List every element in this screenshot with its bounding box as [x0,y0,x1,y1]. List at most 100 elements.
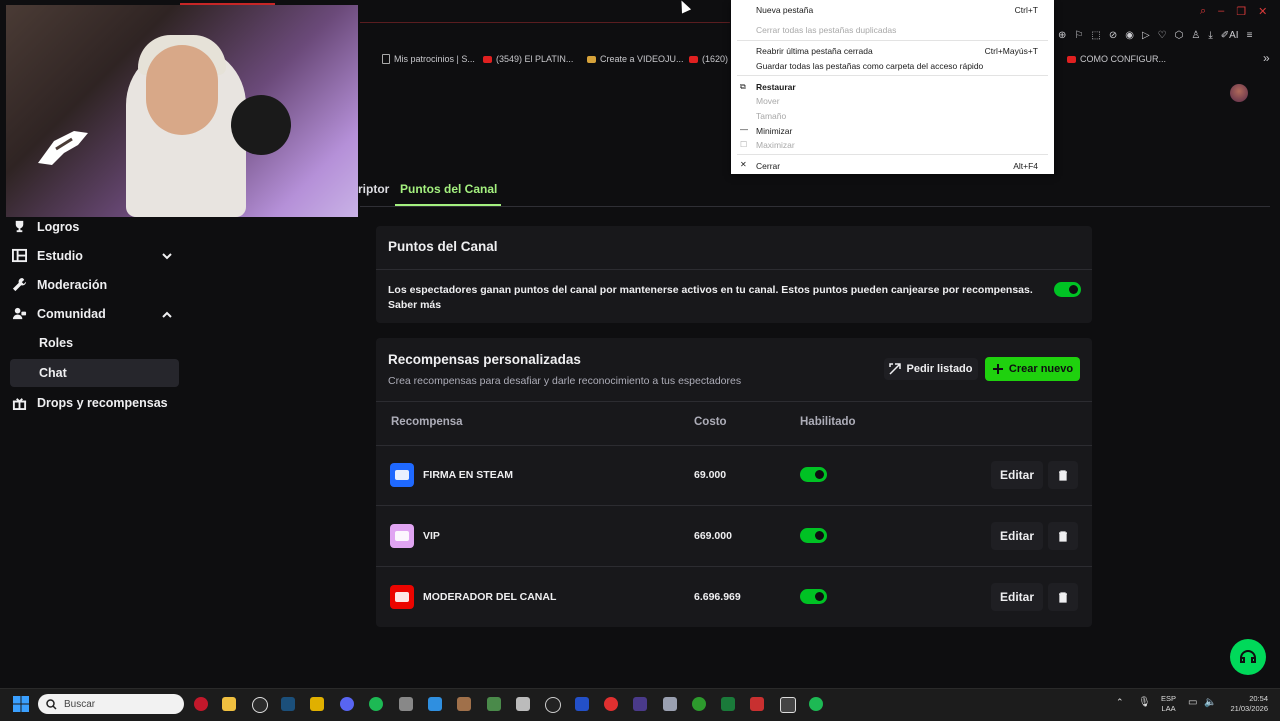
tab-puntos-del-canal[interactable]: Puntos del Canal [400,182,497,196]
sidebar-item-comunidad[interactable]: Comunidad [12,306,106,321]
ai-icon[interactable]: ✐AI [1221,30,1239,44]
steam-icon[interactable] [281,697,295,711]
support-button[interactable] [1230,639,1266,675]
custom-rewards-title: Recompensas personalizadas [388,352,581,367]
reward-cost: 6.696.969 [694,591,741,603]
reward-enabled-toggle[interactable] [800,589,827,604]
taskbar-search[interactable]: Buscar [38,694,184,714]
menu-icon[interactable]: ≡ [1247,30,1253,44]
bookmark-item[interactable]: Create a VIDEOJU... [587,54,684,64]
volume-icon[interactable]: 🔈 [1204,697,1216,708]
app-icon[interactable] [399,697,413,711]
game-icon[interactable] [457,697,471,711]
app-icon[interactable] [633,697,647,711]
search-icon[interactable]: ⌕ [1200,5,1206,18]
reward-enabled-toggle[interactable] [800,467,827,482]
close-icon[interactable]: ✕ [1258,5,1267,18]
bookmark-icon[interactable]: ⚐ [1074,30,1083,44]
reward-name: FIRMA EN STEAM [423,469,514,481]
wrench-icon [12,277,27,292]
custom-rewards-subtitle: Crea recompensas para desafiar y darle r… [388,375,742,387]
app-icon[interactable] [663,697,677,711]
reward-enabled-toggle[interactable] [800,528,827,543]
divider [376,505,1092,506]
microphone-icon[interactable]: 🎙 [1138,697,1151,708]
edit-reward-button[interactable]: Editar [991,461,1043,489]
edit-reward-button[interactable]: Editar [991,583,1043,611]
app-icon[interactable] [310,697,324,711]
notepad-icon[interactable] [428,697,442,711]
clock[interactable]: 20:54 21/03/2026 [1226,694,1268,714]
divider [376,566,1092,567]
opera-icon[interactable] [194,697,208,711]
menu-item-restore[interactable]: Restaurar [756,82,796,92]
bookmark-item[interactable]: COMO CONFIGUR... [1067,54,1166,64]
sidebar-item-estudio[interactable]: Estudio [12,248,83,263]
spotify-icon[interactable] [369,697,383,711]
screenshot-icon[interactable]: ⬚ [1091,30,1100,44]
menu-item-close[interactable]: Cerrar [756,161,780,171]
menu-separator [737,154,1048,155]
bookmark-item[interactable]: (3549) El PLATIN... [483,54,573,64]
chevron-up-icon[interactable] [161,309,173,321]
display-icon[interactable]: ▭ [1188,697,1197,708]
more-bookmarks-icon[interactable]: » [1263,51,1270,65]
restore-icon[interactable]: ❐ [1236,5,1246,18]
edit-reward-button[interactable]: Editar [991,522,1043,550]
sidebar-item-logros[interactable]: Logros [12,219,79,234]
delete-reward-button[interactable] [1048,522,1078,550]
windows-start-icon[interactable] [13,696,29,712]
create-reward-button[interactable]: Crear nuevo [985,357,1080,381]
app-icon[interactable] [604,697,618,711]
bitwarden-icon[interactable] [575,697,589,711]
menu-shortcut: Alt+F4 [1013,161,1038,171]
heart-icon[interactable]: ♡ [1158,30,1167,44]
request-list-button[interactable]: Pedir listado [884,358,978,380]
profile-icon[interactable]: ♙ [1191,30,1200,44]
app-icon[interactable] [545,697,561,713]
extensions-icon[interactable]: ⬡ [1175,30,1184,44]
obs-icon[interactable] [252,697,268,713]
zoom-icon[interactable]: ⊕ [1058,30,1066,44]
app-icon[interactable] [721,697,735,711]
app-icon[interactable] [750,697,764,711]
discord-icon[interactable] [340,697,354,711]
menu-item-move: Mover [756,96,780,106]
app-icon[interactable] [780,697,796,713]
column-header-enabled: Habilitado [800,416,856,428]
sidebar-item-roles[interactable]: Roles [39,336,73,350]
car-game-icon[interactable] [516,697,530,711]
bookmark-item[interactable]: (1620) [689,54,728,64]
sidebar-item-chat-label: Chat [39,366,67,380]
browser-toolbar: ⊕ ⚐ ⬚ ⊘ ◉ ▷ ♡ ⬡ ♙ ⤓ ✐AI ≡ [1058,30,1252,44]
menu-item-save-tabs[interactable]: Guardar todas las pestañas como carpeta … [756,61,983,71]
channel-points-toggle[interactable] [1054,282,1081,297]
block-icon[interactable]: ⊘ [1109,30,1117,44]
camera-icon[interactable]: ◉ [1125,30,1134,44]
search-icon [46,698,57,710]
folder-icon[interactable] [222,697,236,711]
sidebar-item-chat[interactable] [10,359,179,387]
xbox-icon[interactable] [692,697,706,711]
channel-points-description: Los espectadores ganan puntos del canal … [388,284,1033,311]
menu-item-minimize[interactable]: Minimizar [756,126,792,136]
download-icon[interactable]: ⤓ [1208,30,1212,44]
menu-item-new-tab[interactable]: Nueva pestaña [756,5,813,15]
game-icon[interactable] [487,697,501,711]
delete-reward-button[interactable] [1048,583,1078,611]
minimize-icon[interactable]: – [1218,5,1224,18]
delete-reward-button[interactable] [1048,461,1078,489]
tab-subscriptor[interactable]: riptor [358,182,389,196]
language-indicator[interactable]: ESP LAA [1161,694,1176,714]
divider [376,445,1092,446]
menu-item-reopen-tab[interactable]: Reabrir última pestaña cerrada [756,46,873,56]
menu-item-close-duplicates: Cerrar todas las pestañas duplicadas [756,25,897,35]
spotify-icon[interactable] [809,697,823,711]
sidebar-item-moderacion[interactable]: Moderación [12,277,107,292]
avatar[interactable] [1230,84,1248,102]
tray-chevron-icon[interactable]: ⌃ [1116,697,1124,708]
sidebar-item-drops[interactable]: Drops y recompensas [12,395,168,410]
chevron-down-icon[interactable] [161,250,173,262]
bookmark-item[interactable]: Mis patrocinios | S... [382,54,475,64]
play-icon[interactable]: ▷ [1142,30,1150,44]
